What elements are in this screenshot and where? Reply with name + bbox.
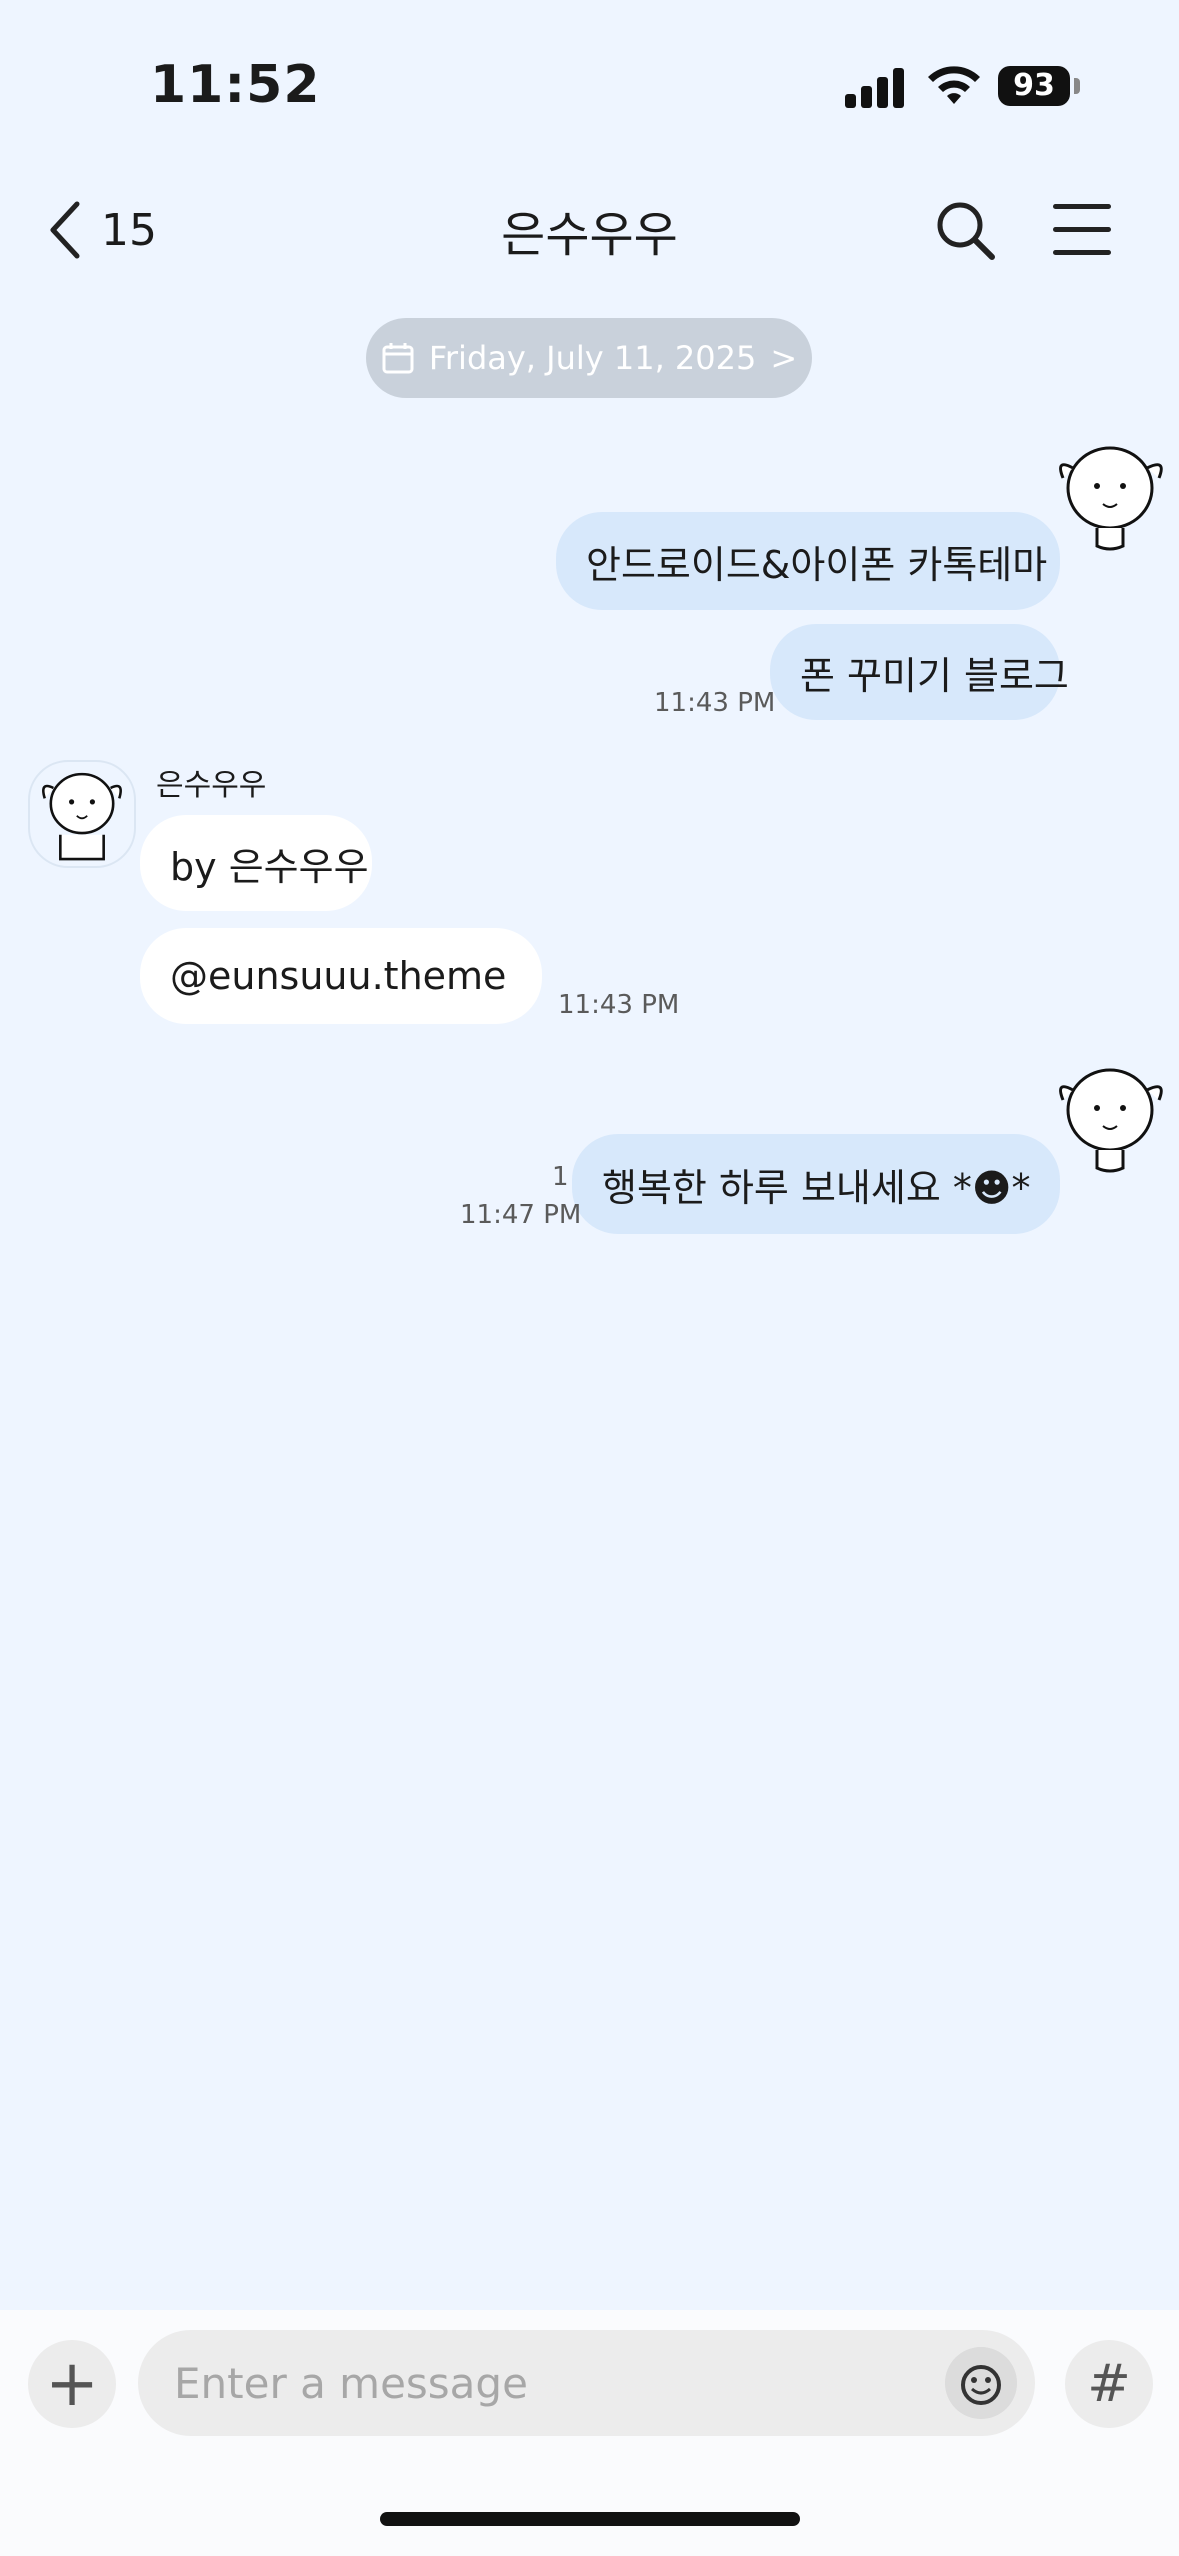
message-text: @eunsuuu.theme	[170, 954, 507, 998]
emoji-icon[interactable]	[945, 2347, 1017, 2419]
friend-message-bubble[interactable]: @eunsuuu.theme	[140, 928, 542, 1024]
message-timestamp: 11:43 PM	[558, 990, 680, 1020]
unread-count: 1	[552, 1162, 569, 1192]
battery-indicator: 93	[998, 66, 1070, 106]
message-timestamp: 11:43 PM	[654, 688, 776, 718]
my-message-bubble[interactable]: 행복한 하루 보내세요 *☻*	[572, 1134, 1060, 1234]
my-message-bubble[interactable]: 안드로이드&아이폰 카톡테마	[556, 512, 1060, 610]
message-text: 행복한 하루 보내세요 *☻*	[602, 1165, 1031, 1210]
message-input[interactable]	[138, 2330, 1035, 2436]
search-icon[interactable]	[930, 195, 1000, 265]
chevron-right-icon: >	[770, 339, 798, 377]
battery-tip	[1074, 78, 1080, 94]
wifi-icon	[928, 66, 980, 104]
sheep-avatar-icon	[1059, 1068, 1163, 1173]
hash-icon[interactable]: #	[1065, 2340, 1153, 2428]
sheep-avatar-icon	[42, 772, 122, 861]
date-label: Friday, July 11, 2025	[428, 339, 757, 377]
message-timestamp: 11:47 PM	[460, 1200, 582, 1230]
message-text: 폰 꾸미기 블로그	[800, 653, 1069, 698]
message-text: by 은수우우	[170, 844, 369, 889]
my-message-bubble[interactable]: 폰 꾸미기 블로그	[770, 624, 1069, 720]
chat-title: 은수우우	[501, 207, 678, 263]
message-text: 안드로이드&아이폰 카톡테마	[586, 542, 1048, 587]
status-time: 11:52	[150, 55, 321, 115]
cellular-signal-icon	[845, 66, 905, 108]
calendar-icon	[382, 343, 414, 374]
friend-message-bubble[interactable]: by 은수우우	[140, 815, 372, 911]
date-divider[interactable]: Friday, July 11, 2025 >	[366, 318, 812, 398]
home-indicator	[380, 2512, 800, 2526]
friend-avatar[interactable]	[28, 760, 136, 868]
hamburger-menu-icon[interactable]	[1045, 200, 1115, 260]
sheep-avatar-icon	[1059, 446, 1163, 551]
plus-icon[interactable]: +	[28, 2340, 116, 2428]
sender-name: 은수우우	[156, 768, 267, 803]
